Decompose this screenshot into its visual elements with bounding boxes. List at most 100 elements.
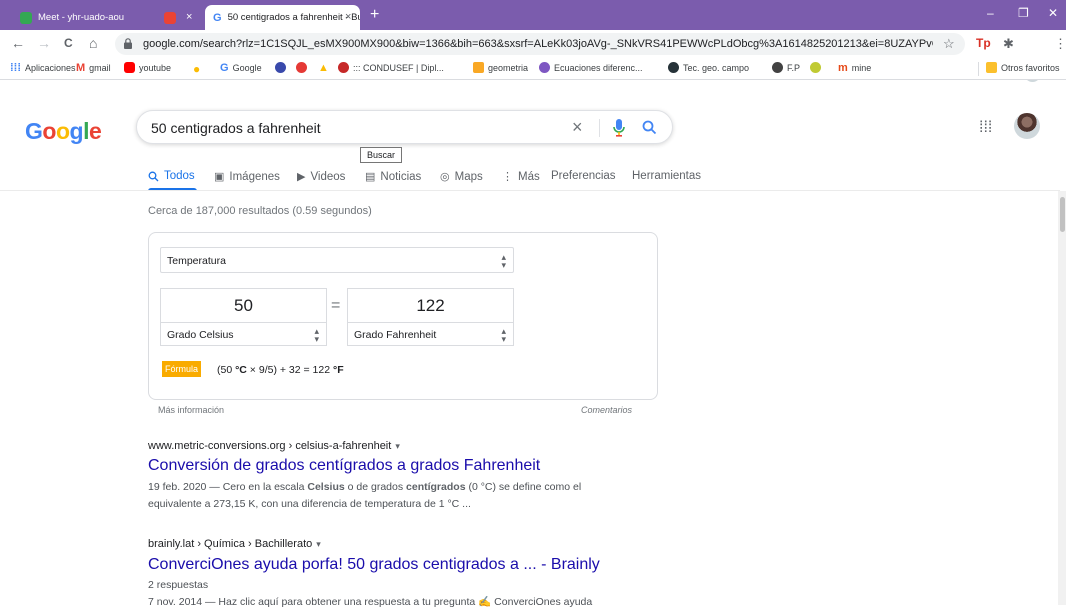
bookmark-tec-geo[interactable]: Tec. geo. campo (668, 62, 749, 73)
tab-close-icon[interactable]: × (345, 12, 351, 23)
reload-button[interactable]: C (64, 35, 73, 51)
search-box[interactable]: 50 centigrados a fahrenheit × (136, 110, 673, 144)
select-arrows-icon: ▴ ▾ (501, 252, 506, 270)
bookmarks-bar: ⁞⁞⁞ Aplicaciones M gmail youtube ● G Goo… (0, 58, 1066, 80)
mine-icon: m (838, 62, 848, 74)
bookmark-apps[interactable]: ⁞⁞⁞ Aplicaciones (10, 62, 76, 74)
microphone-icon[interactable] (613, 119, 625, 137)
to-value-input[interactable]: 122 (347, 288, 514, 322)
tab-mas[interactable]: ⋮ Más (502, 170, 540, 184)
scrollbar-track[interactable] (1058, 191, 1066, 605)
restore-button[interactable]: ❐ (1018, 6, 1029, 20)
address-bar[interactable]: google.com/search?rlz=1C1SQJL_esMX900MX9… (115, 33, 965, 55)
scrollbar-thumb[interactable] (1060, 197, 1065, 232)
bookmark-ecuaciones[interactable]: Ecuaciones diferenc... (539, 62, 643, 73)
url-text: google.com/search?rlz=1C1SQJL_esMX900MX9… (143, 38, 933, 50)
to-unit-value: Grado Fahrenheit (354, 329, 437, 341)
bookmark-google[interactable]: G Google (220, 62, 262, 74)
new-tab-button[interactable]: + (370, 7, 379, 23)
formula-badge: Fórmula (162, 361, 202, 377)
tab-youtube[interactable]: × (164, 5, 204, 30)
search-input[interactable]: 50 centigrados a fahrenheit (151, 120, 321, 136)
feedback-link[interactable]: Comentarios (581, 405, 632, 415)
tab-meet[interactable]: Meet - yhr-uado-aou (20, 5, 150, 30)
search-icon[interactable] (642, 120, 657, 135)
back-button[interactable]: ← (11, 35, 25, 51)
from-unit-select[interactable]: Grado Celsius ▴ ▾ (160, 322, 327, 346)
bookmark-icon-2[interactable] (296, 62, 311, 73)
tec-geo-icon (668, 62, 679, 73)
bookmark-otros-favoritos[interactable]: Otros favoritos (986, 62, 1060, 73)
select-arrows-icon: ▴ ▾ (314, 326, 319, 344)
map-pin-icon: ◎ (440, 171, 450, 183)
select-arrows-icon: ▴ ▾ (501, 326, 506, 344)
from-value-input[interactable]: 50 (160, 288, 327, 322)
bookmark-youtube[interactable]: youtube (124, 62, 171, 73)
result-cite[interactable]: www.metric-conversions.org › celsius-a-f… (148, 440, 400, 452)
bookmark-blue-icon (275, 62, 286, 73)
menu-kebab-icon[interactable]: ⋮ (1054, 37, 1066, 50)
extension-tp-icon[interactable]: Tp (976, 37, 991, 50)
chevron-down-icon[interactable]: ▾ (395, 441, 400, 451)
bookmark-gmail[interactable]: M gmail (76, 62, 111, 74)
forward-button[interactable]: → (37, 35, 51, 51)
category-value: Temperatura (167, 255, 226, 267)
clear-search-icon[interactable]: × (572, 117, 583, 138)
folder-icon (986, 62, 997, 73)
account-avatar[interactable] (1014, 113, 1040, 139)
google-favicon-icon: G (213, 11, 222, 24)
lock-icon (124, 38, 132, 49)
image-icon: ▣ (214, 171, 225, 183)
category-select[interactable]: Temperatura ▴ ▾ (160, 247, 514, 273)
more-info-link[interactable]: Más información (158, 405, 224, 415)
bookmark-icon-1[interactable] (275, 62, 290, 73)
result-title-link[interactable]: Conversión de grados centígrados a grado… (148, 457, 540, 475)
tab-herramientas[interactable]: Herramientas (632, 170, 701, 182)
logo-letter: e (88, 118, 102, 144)
google-logo[interactable]: Google (25, 118, 102, 145)
result-snippet: equivalente a 273,15 K, con una diferenc… (148, 498, 471, 510)
result-cite[interactable]: brainly.lat › Química › Bachillerato ▾ (148, 538, 321, 550)
bookmark-icon-4[interactable] (810, 62, 825, 73)
result-snippet: 19 feb. 2020 — Cero en la escala Celsius… (148, 481, 582, 493)
logo-letter: g (69, 118, 84, 144)
equals-sign: = (331, 297, 341, 314)
tab-maps[interactable]: ◎ Maps (440, 170, 483, 184)
bookmark-maps[interactable]: ● (193, 62, 200, 76)
to-unit-select[interactable]: Grado Fahrenheit ▴ ▾ (347, 322, 514, 346)
bookmark-condusef[interactable]: ::: CONDUSEF | Dipl... (338, 62, 444, 73)
bookmark-icon-3[interactable]: ▲ (318, 62, 329, 74)
condusef-icon (338, 62, 349, 73)
tab-videos[interactable]: ▶ Videos (297, 170, 345, 184)
youtube-favicon-icon (164, 11, 176, 24)
more-vert-icon: ⋮ (502, 171, 513, 183)
tab-preferencias[interactable]: Preferencias (551, 170, 616, 182)
minimize-button[interactable]: – (987, 6, 994, 20)
bookmark-olive-icon (810, 62, 821, 73)
close-window-button[interactable]: ✕ (1048, 6, 1058, 20)
chevron-down-icon[interactable]: ▾ (316, 539, 321, 549)
tab-close-icon[interactable]: × (186, 12, 192, 23)
apps-grid-icon: ⁞⁞⁞ (10, 62, 21, 74)
bookmark-geometria[interactable]: geometria (473, 62, 528, 73)
logo-letter: o (55, 118, 70, 144)
home-button[interactable]: ⌂ (89, 35, 97, 51)
formula-text: (50 °C × 9/5) + 32 = 122 °F (217, 364, 344, 376)
tab-google-search[interactable]: G 50 centigrados a fahrenheit - Bus × (205, 5, 360, 30)
browser-toolbar: ← → C ⌂ google.com/search?rlz=1C1SQJL_es… (0, 30, 1066, 82)
bookmark-mine[interactable]: m mine (838, 62, 871, 74)
news-icon: ▤ (365, 171, 376, 183)
search-tooltip: Buscar (360, 147, 402, 163)
tab-todos[interactable]: Todos (148, 170, 195, 182)
logo-letter: G (25, 118, 43, 144)
tab-strip: Meet - yhr-uado-aou × G 50 centigrados a… (0, 0, 1066, 30)
tab-noticias[interactable]: ▤ Noticias (365, 170, 421, 184)
meet-favicon-icon (20, 11, 32, 24)
puzzle-icon[interactable]: ✱ (1003, 37, 1014, 50)
result-snippet: 2 respuestas (148, 579, 209, 591)
tab-imagenes[interactable]: ▣ Imágenes (214, 170, 280, 184)
bookmark-fp[interactable]: F.P (772, 62, 800, 73)
google-apps-icon[interactable]: ⁞⁞⁞ (979, 119, 992, 137)
result-title-link[interactable]: ConverciOnes ayuda porfa! 50 grados cent… (148, 556, 600, 574)
star-icon[interactable]: ☆ (943, 36, 955, 52)
